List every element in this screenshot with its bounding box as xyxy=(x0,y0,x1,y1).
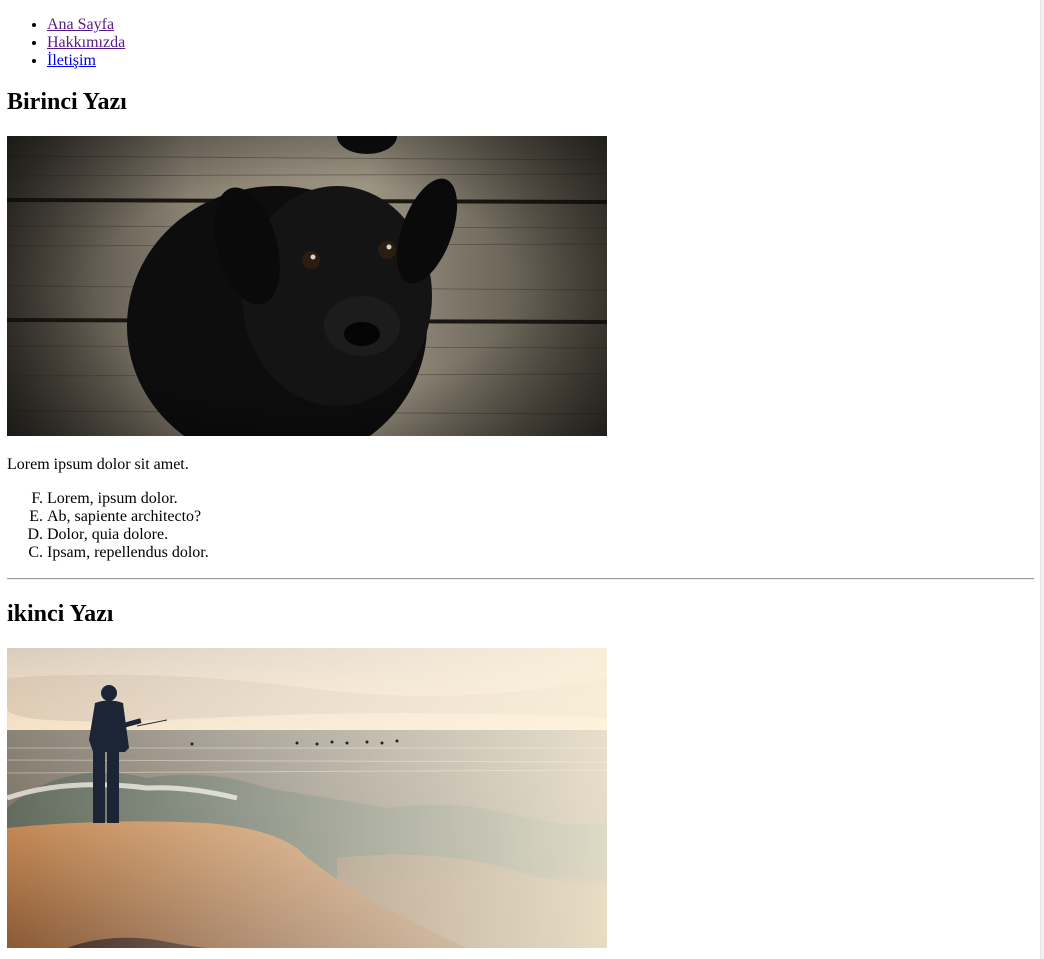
list-item: D. Dolor, quia dolore. xyxy=(7,526,1034,544)
list-marker: C. xyxy=(28,544,43,561)
list-marker: D. xyxy=(27,526,43,543)
list-item-text: Ab, sapiente architecto? xyxy=(47,508,202,525)
page-content: Ana Sayfa Hakkımızda İletişim Birinci Ya… xyxy=(7,0,1034,948)
nav-item-about: Hakkımızda xyxy=(47,34,1034,52)
list-item-text: Ipsam, repellendus dolor. xyxy=(47,544,209,561)
nav-link-contact[interactable]: İletişim xyxy=(47,52,96,69)
post1-title: Birinci Yazı xyxy=(7,89,127,115)
post1-list: F. Lorem, ipsum dolor. E. Ab, sapiente arc… xyxy=(7,490,1034,562)
list-item: E. Ab, sapiente architecto? xyxy=(7,508,1034,526)
section-divider xyxy=(7,578,1034,580)
nav-link-about[interactable]: Hakkımızda xyxy=(47,34,125,51)
list-item-text: Lorem, ipsum dolor. xyxy=(47,490,178,507)
post2-title: ikinci Yazı xyxy=(7,601,114,627)
post1-paragraph: Lorem ipsum dolor sit amet. xyxy=(7,456,189,473)
list-item: F. Lorem, ipsum dolor. xyxy=(7,490,1034,508)
list-item: C. Ipsam, repellendus dolor. xyxy=(7,544,1034,562)
list-marker: F. xyxy=(31,490,43,507)
list-marker: E. xyxy=(29,508,43,525)
post2-image-fisherman xyxy=(7,648,607,948)
nav-item-contact: İletişim xyxy=(47,52,1034,70)
nav-menu: Ana Sayfa Hakkımızda İletişim xyxy=(7,16,1034,70)
nav-link-home[interactable]: Ana Sayfa xyxy=(47,16,114,33)
post1-image-puppy xyxy=(7,136,607,436)
nav-item-home: Ana Sayfa xyxy=(47,16,1034,34)
list-item-text: Dolor, quia dolore. xyxy=(47,526,169,543)
scrollbar-edge[interactable] xyxy=(1040,0,1044,959)
